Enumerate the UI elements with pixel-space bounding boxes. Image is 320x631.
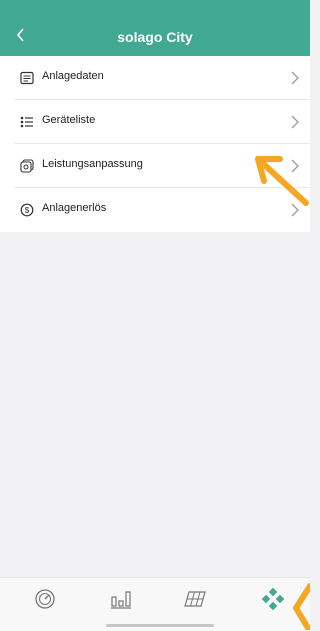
list-icon [20, 115, 34, 129]
page-title: solago City [117, 29, 193, 45]
tab-bar [0, 577, 310, 631]
annotation-arrow-icon [293, 583, 310, 630]
svg-text:$: $ [25, 206, 30, 215]
power-adjust-icon [20, 159, 34, 173]
menu-item-label: Geräteliste [42, 114, 96, 126]
menu-item-label: Leistungsanpassung [42, 158, 143, 170]
menu-item-geraeteliste[interactable]: Geräteliste [0, 100, 310, 144]
menu-item-label: Anlagenerlös [42, 202, 107, 214]
home-indicator [106, 624, 214, 627]
chevron-right-icon [290, 115, 300, 129]
diamond-grid-icon[interactable] [261, 587, 285, 611]
bar-chart-icon[interactable] [110, 588, 132, 610]
gauge-icon[interactable] [34, 588, 56, 610]
revenue-icon: $ [20, 203, 34, 217]
annotation-arrow-icon [255, 156, 309, 206]
menu-item-label: Anlagedaten [42, 70, 104, 82]
menu-item-anlagedaten[interactable]: Anlagedaten [0, 56, 310, 100]
solar-panel-icon[interactable] [184, 588, 206, 610]
app-header: solago City [0, 0, 310, 56]
chevron-right-icon [290, 71, 300, 85]
document-icon [20, 71, 34, 85]
